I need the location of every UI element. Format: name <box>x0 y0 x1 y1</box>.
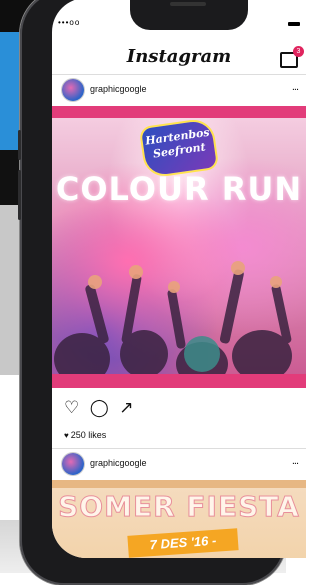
signal-indicator: •••oo <box>58 18 81 27</box>
post-image-2[interactable]: SOMER FIESTA 7 DES '16 - <box>52 480 306 558</box>
comment-icon[interactable]: ◯ <box>90 398 109 418</box>
battery-icon <box>288 22 300 26</box>
likes-heart-icon: ♥ <box>64 431 69 440</box>
image-bottom-band <box>52 374 306 388</box>
heart-icon[interactable]: ♡ <box>64 398 79 418</box>
likes-text: 250 likes <box>70 430 107 440</box>
volume-button-2 <box>18 170 21 220</box>
post-header-2: graphicgoogle ... <box>52 448 306 479</box>
phone-frame: •••oo Instagram 3 graphicgoogle ... Hart… <box>18 0 306 585</box>
phone-screen: •••oo Instagram 3 graphicgoogle ... Hart… <box>52 0 306 558</box>
inbox-badge: 3 <box>293 46 304 57</box>
event-title: COLOUR RUN <box>55 170 303 208</box>
app-title: Instagram <box>126 46 232 67</box>
share-icon[interactable]: ↗ <box>119 398 133 418</box>
avatar-2[interactable] <box>62 453 84 475</box>
image-top-band <box>52 106 306 118</box>
event-title-2: SOMER FIESTA <box>58 490 300 524</box>
app-header: Instagram 3 <box>52 34 306 75</box>
more-options-icon[interactable]: ... <box>292 81 299 93</box>
volume-button <box>18 130 21 160</box>
post-username-2[interactable]: graphicgoogle <box>90 458 147 468</box>
avatar[interactable] <box>62 79 84 101</box>
more-options-icon-2[interactable]: ... <box>292 455 299 467</box>
post-username[interactable]: graphicgoogle <box>90 84 147 94</box>
image-top-band-2 <box>52 480 306 488</box>
likes-count[interactable]: ♥ 250 likes <box>64 430 106 440</box>
post-actions: ♡ ◯ ↗ <box>64 398 184 418</box>
speaker <box>170 2 206 6</box>
event-logo: Hartenbos Seefront <box>141 119 217 177</box>
post-header: graphicgoogle ... <box>52 75 306 105</box>
date-ribbon: 7 DES '16 - <box>127 528 239 558</box>
notch <box>130 0 248 30</box>
post-image[interactable]: Hartenbos Seefront COLOUR RUN <box>52 106 306 388</box>
crowd-illustration <box>54 261 292 374</box>
